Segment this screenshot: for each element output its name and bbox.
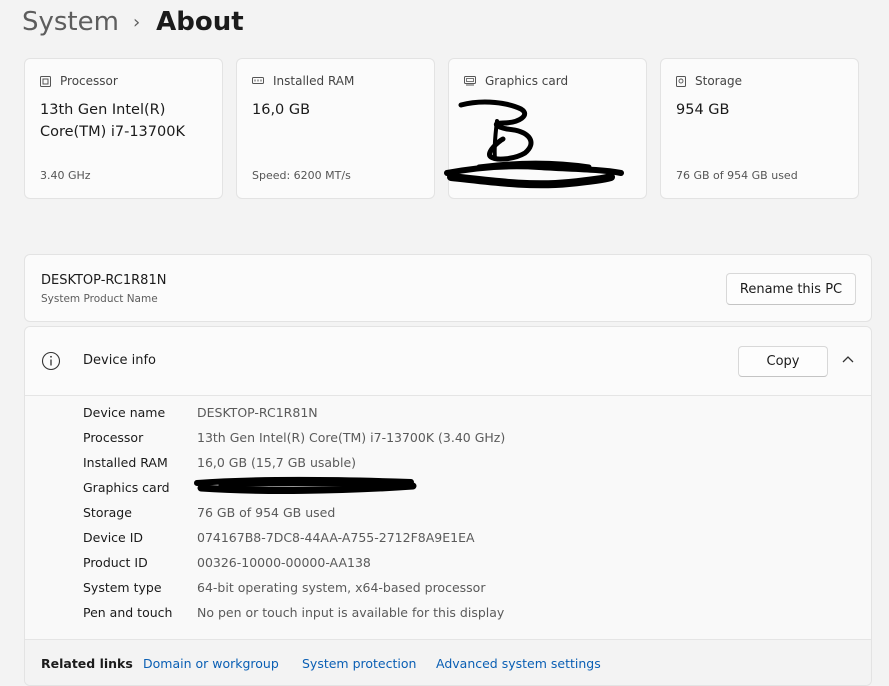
spec-key: Processor — [83, 430, 144, 445]
breadcrumb: System › About — [22, 4, 244, 40]
graphics-card-icon — [464, 76, 476, 86]
redaction-scribble — [444, 99, 624, 189]
page-title: About — [156, 7, 244, 37]
graphics-card-label: Graphics card — [464, 74, 568, 88]
processor-icon — [40, 75, 51, 87]
spec-value: 074167B8-7DC8-44AA-A755-2712F8A9E1EA — [197, 530, 475, 545]
pc-name: DESKTOP-RC1R81N — [41, 273, 167, 288]
ram-icon — [252, 76, 264, 84]
processor-card-label: Processor — [40, 74, 118, 88]
spec-key: Installed RAM — [83, 455, 168, 470]
ram-value: 16,0 GB — [252, 102, 311, 118]
rename-pc-button[interactable]: Rename this PC — [726, 273, 856, 305]
spec-key: System type — [83, 580, 162, 595]
info-icon — [41, 351, 61, 371]
domain-or-workgroup-link[interactable]: Domain or workgroup — [143, 656, 279, 671]
ram-card-label: Installed RAM — [252, 74, 354, 88]
processor-speed: 3.40 GHz — [40, 169, 91, 182]
storage-card-label: Storage — [676, 74, 742, 88]
system-protection-link[interactable]: System protection — [302, 656, 416, 671]
spec-value: No pen or touch input is available for t… — [197, 605, 505, 620]
storage-icon — [676, 75, 686, 87]
storage-value: 954 GB — [676, 102, 730, 118]
device-info-header[interactable]: Device info Copy — [25, 327, 871, 396]
processor-card: Processor 13th Gen Intel(R) Core(TM) i7-… — [24, 58, 223, 199]
spec-value: 76 GB of 954 GB used — [197, 505, 336, 520]
storage-card: Storage 954 GB 76 GB of 954 GB used — [660, 58, 859, 199]
spec-value: 13th Gen Intel(R) Core(TM) i7-13700K (3.… — [197, 430, 506, 445]
advanced-system-settings-link[interactable]: Advanced system settings — [436, 656, 601, 671]
pc-name-caption: System Product Name — [41, 293, 158, 305]
ram-speed: Speed: 6200 MT/s — [252, 169, 351, 182]
spec-value: DESKTOP-RC1R81N — [197, 405, 318, 420]
breadcrumb-system-link[interactable]: System — [22, 7, 119, 37]
spec-key: Device name — [83, 405, 166, 420]
chevron-right-icon: › — [132, 11, 141, 33]
spec-key: Storage — [83, 505, 132, 520]
spec-value: 16,0 GB (15,7 GB usable) — [197, 455, 357, 470]
redaction-scribble — [194, 476, 417, 494]
related-links-bar: Related links Domain or workgroup System… — [25, 639, 871, 685]
device-info-title: Device info — [83, 353, 156, 368]
related-links-label: Related links — [41, 656, 133, 671]
device-info-panel: Device info Copy Device name DESKTOP-RC1… — [24, 326, 872, 686]
pc-name-panel: DESKTOP-RC1R81N System Product Name Rena… — [24, 254, 872, 322]
spec-key: Graphics card — [83, 480, 170, 495]
copy-button[interactable]: Copy — [738, 346, 828, 377]
chevron-up-icon[interactable] — [842, 355, 854, 363]
spec-key: Pen and touch — [83, 605, 173, 620]
spec-value: 64-bit operating system, x64-based proce… — [197, 580, 486, 595]
spec-value: 00326-10000-00000-AA138 — [197, 555, 371, 570]
ram-card: Installed RAM 16,0 GB Speed: 6200 MT/s — [236, 58, 435, 199]
processor-value: 13th Gen Intel(R) Core(TM) i7-13700K — [40, 102, 185, 140]
storage-usage: 76 GB of 954 GB used — [676, 169, 798, 182]
graphics-card-card: Graphics card — [444, 58, 647, 199]
spec-key: Product ID — [83, 555, 148, 570]
spec-key: Device ID — [83, 530, 144, 545]
